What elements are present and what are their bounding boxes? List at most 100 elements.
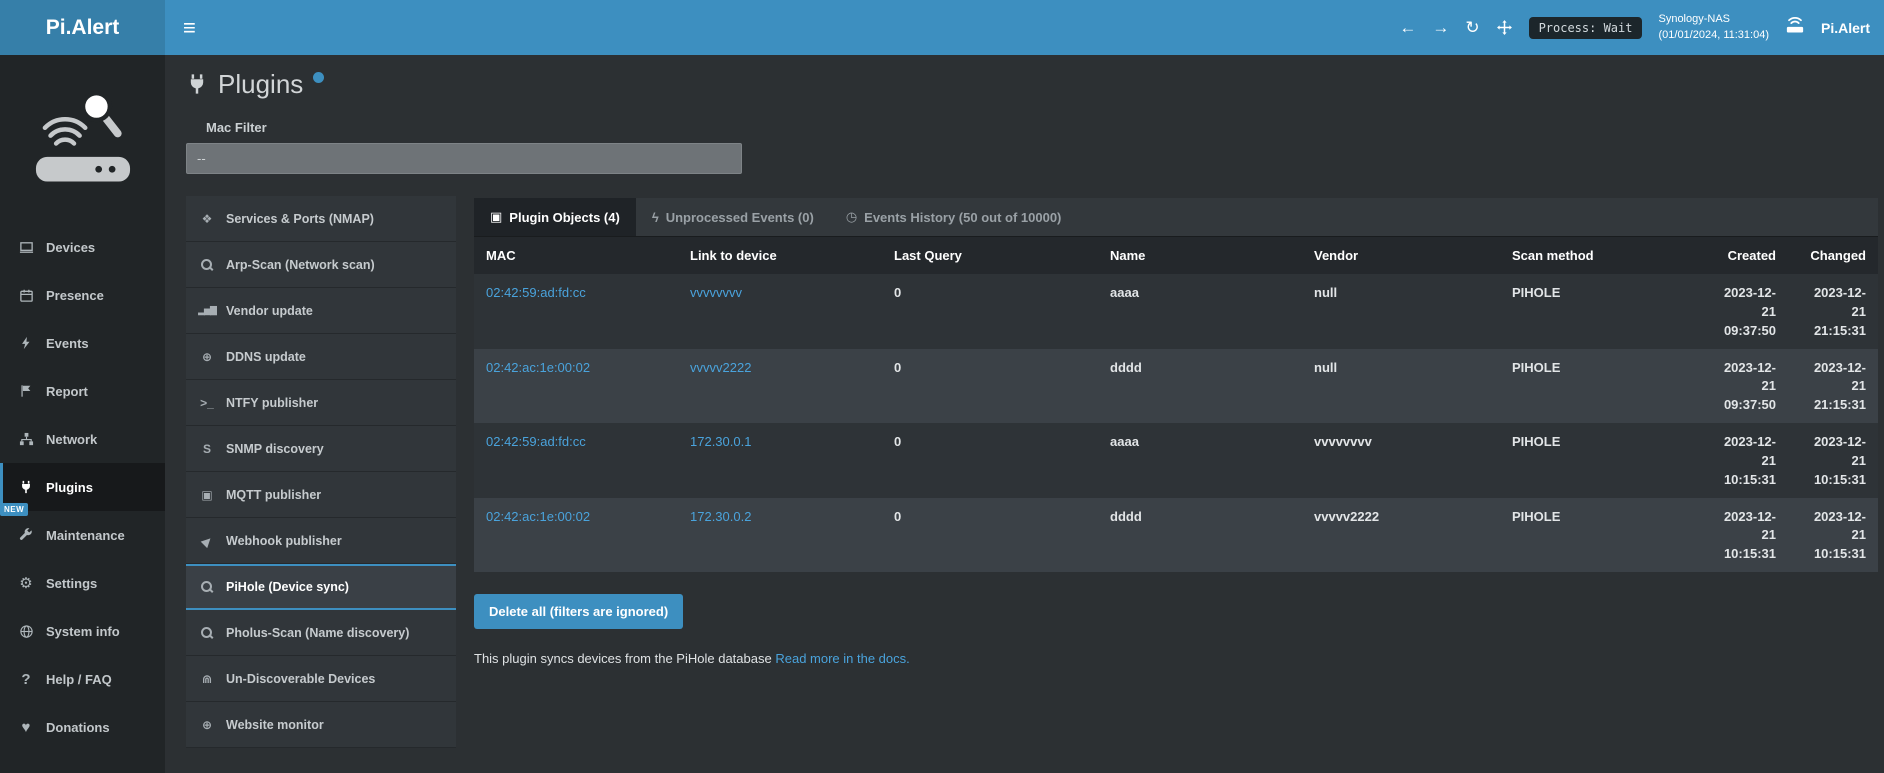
- plugin-nav-label: NTFY publisher: [226, 396, 318, 410]
- plugin-nav-item-undiscoverable-devices[interactable]: ⋒ Un-Discoverable Devices: [186, 656, 456, 702]
- mac-link[interactable]: 02:42:59:ad:fd:cc: [486, 434, 586, 449]
- move-icon[interactable]: [1496, 19, 1513, 36]
- sidebar-item-events[interactable]: Events: [0, 319, 165, 367]
- sidebar-item-label: Presence: [46, 288, 104, 303]
- plugin-panel: ▣ Plugin Objects (4) ϟ Unprocessed Event…: [474, 198, 1878, 748]
- pialert-logo: [0, 55, 165, 223]
- heart-icon: ♥: [16, 719, 36, 736]
- hamburger-menu-icon[interactable]: ≡: [183, 17, 196, 39]
- sidebar-item-maintenance[interactable]: NEW Maintenance: [0, 511, 165, 559]
- plugin-nav-label: DDNS update: [226, 350, 306, 364]
- col-vendor: Vendor: [1302, 237, 1500, 274]
- sidebar-item-system-info[interactable]: System info: [0, 607, 165, 655]
- col-last-query: Last Query: [882, 237, 1098, 274]
- plugin-nav-label: SNMP discovery: [226, 442, 324, 456]
- plugin-nav-item-arp-scan[interactable]: Arp-Scan (Network scan): [186, 242, 456, 288]
- col-name: Name: [1098, 237, 1302, 274]
- plugin-nav-item-website-monitor[interactable]: ⊕ Website monitor: [186, 702, 456, 748]
- plugin-nav-item-pihole[interactable]: PiHole (Device sync): [186, 564, 456, 610]
- mac-link[interactable]: 02:42:59:ad:fd:cc: [486, 285, 586, 300]
- sidebar-item-settings[interactable]: ⚙ Settings: [0, 559, 165, 607]
- plugin-nav-item-snmp-discovery[interactable]: S SNMP discovery: [186, 426, 456, 472]
- device-link[interactable]: 172.30.0.2: [690, 509, 751, 524]
- tab-plugin-objects[interactable]: ▣ Plugin Objects (4): [474, 198, 636, 236]
- table-header-row: MAC Link to device Last Query Name Vendo…: [474, 237, 1878, 274]
- sidebar-item-donations[interactable]: ♥ Donations: [0, 703, 165, 751]
- sidebar-item-network[interactable]: Network: [0, 415, 165, 463]
- plugin-nav-item-ddns-update[interactable]: ⊕ DDNS update: [186, 334, 456, 380]
- globe-icon: ⊕: [198, 350, 216, 364]
- plugin-nav-label: Un-Discoverable Devices: [226, 672, 375, 686]
- last-query-cell: 0: [882, 274, 1098, 349]
- bolt-icon: [16, 336, 36, 350]
- sitemap-icon: [16, 432, 36, 447]
- plugin-nav-label: Vendor update: [226, 304, 313, 318]
- layout: Devices Presence Events: [0, 55, 1884, 773]
- services-ports-icon: ❖: [198, 212, 216, 226]
- plugin-nav-item-ntfy-publisher[interactable]: >_ NTFY publisher: [186, 380, 456, 426]
- plugin-nav-label: Pholus-Scan (Name discovery): [226, 626, 409, 640]
- tab-unprocessed-events[interactable]: ϟ Unprocessed Events (0): [636, 198, 830, 236]
- mac-link[interactable]: 02:42:ac:1e:00:02: [486, 360, 590, 375]
- process-status-badge: Process: Wait: [1529, 17, 1643, 39]
- plugin-nav: ❖ Services & Ports (NMAP) Arp-Scan (Netw…: [186, 196, 456, 748]
- scan-method-cell: PIHOLE: [1500, 423, 1698, 498]
- delete-all-button[interactable]: Delete all (filters are ignored): [474, 594, 683, 629]
- gear-icon: ⚙: [16, 574, 36, 592]
- mac-filter-input[interactable]: [186, 143, 742, 174]
- sidebar: Devices Presence Events: [0, 55, 165, 773]
- main-content: Plugins Mac Filter ❖ Services & Ports (N…: [165, 55, 1884, 773]
- host-time: (01/01/2024, 11:31:04): [1658, 28, 1769, 43]
- col-mac: MAC: [474, 237, 678, 274]
- forward-arrow-icon[interactable]: →: [1432, 19, 1449, 36]
- sidebar-item-report[interactable]: Report: [0, 367, 165, 415]
- scan-method-cell: PIHOLE: [1500, 274, 1698, 349]
- plugin-nav-label: Website monitor: [226, 718, 324, 732]
- back-arrow-icon[interactable]: ←: [1399, 19, 1416, 36]
- plug-icon: [186, 73, 208, 100]
- snmp-icon: S: [198, 442, 216, 456]
- sidebar-item-devices[interactable]: Devices: [0, 223, 165, 271]
- changed-cell: 2023-12-2110:15:31: [1788, 498, 1878, 573]
- plugin-nav-label: Webhook publisher: [226, 534, 342, 548]
- magnifier-icon: [198, 581, 216, 593]
- last-query-cell: 0: [882, 349, 1098, 424]
- plug-icon: [16, 480, 36, 494]
- mac-link[interactable]: 02:42:ac:1e:00:02: [486, 509, 590, 524]
- new-badge: NEW: [0, 503, 28, 516]
- tab-events-history[interactable]: ◷ Events History (50 out of 10000): [830, 198, 1078, 236]
- scan-method-cell: PIHOLE: [1500, 498, 1698, 573]
- sidebar-item-presence[interactable]: Presence: [0, 271, 165, 319]
- sidebar-item-label: Network: [46, 432, 97, 447]
- plugin-nav-item-mqtt-publisher[interactable]: ▣ MQTT publisher: [186, 472, 456, 518]
- refresh-icon[interactable]: ↻: [1465, 19, 1479, 36]
- created-cell: 2023-12-2110:15:31: [1698, 423, 1788, 498]
- plugins-columns: ❖ Services & Ports (NMAP) Arp-Scan (Netw…: [186, 196, 1878, 748]
- vendor-cell: null: [1302, 349, 1500, 424]
- plugin-nav-item-vendor-update[interactable]: ▂▅▇ Vendor update: [186, 288, 456, 334]
- last-query-cell: 0: [882, 423, 1098, 498]
- created-cell: 2023-12-2110:15:31: [1698, 498, 1788, 573]
- docs-link[interactable]: Read more in the docs.: [775, 651, 909, 666]
- changed-cell: 2023-12-2110:15:31: [1788, 423, 1878, 498]
- device-link[interactable]: 172.30.0.1: [690, 434, 751, 449]
- plugins-info-badge[interactable]: [313, 72, 324, 83]
- sidebar-item-help-faq[interactable]: ? Help / FAQ: [0, 655, 165, 703]
- col-scan-method: Scan method: [1500, 237, 1698, 274]
- brand-logo[interactable]: Pi.Alert: [0, 0, 165, 55]
- device-link[interactable]: vvvvv2222: [690, 360, 751, 375]
- plugin-nav-item-services-ports[interactable]: ❖ Services & Ports (NMAP): [186, 196, 456, 242]
- vendor-cell: vvvvv2222: [1302, 498, 1500, 573]
- plugin-nav-item-webhook-publisher[interactable]: ▶ Webhook publisher: [186, 518, 456, 564]
- host-info: Synology-NAS (01/01/2024, 11:31:04): [1658, 12, 1769, 43]
- page-title: Plugins: [218, 71, 303, 97]
- created-cell: 2023-12-2109:37:50: [1698, 349, 1788, 424]
- created-cell: 2023-12-2109:37:50: [1698, 274, 1788, 349]
- monitor-icon: [16, 240, 36, 255]
- plugin-objects-table: MAC Link to device Last Query Name Vendo…: [474, 237, 1878, 572]
- device-link[interactable]: vvvvvvvv: [690, 285, 742, 300]
- plugin-nav-item-pholus-scan[interactable]: Pholus-Scan (Name discovery): [186, 610, 456, 656]
- name-cell: aaaa: [1098, 274, 1302, 349]
- col-changed: Changed: [1788, 237, 1878, 274]
- name-cell: aaaa: [1098, 423, 1302, 498]
